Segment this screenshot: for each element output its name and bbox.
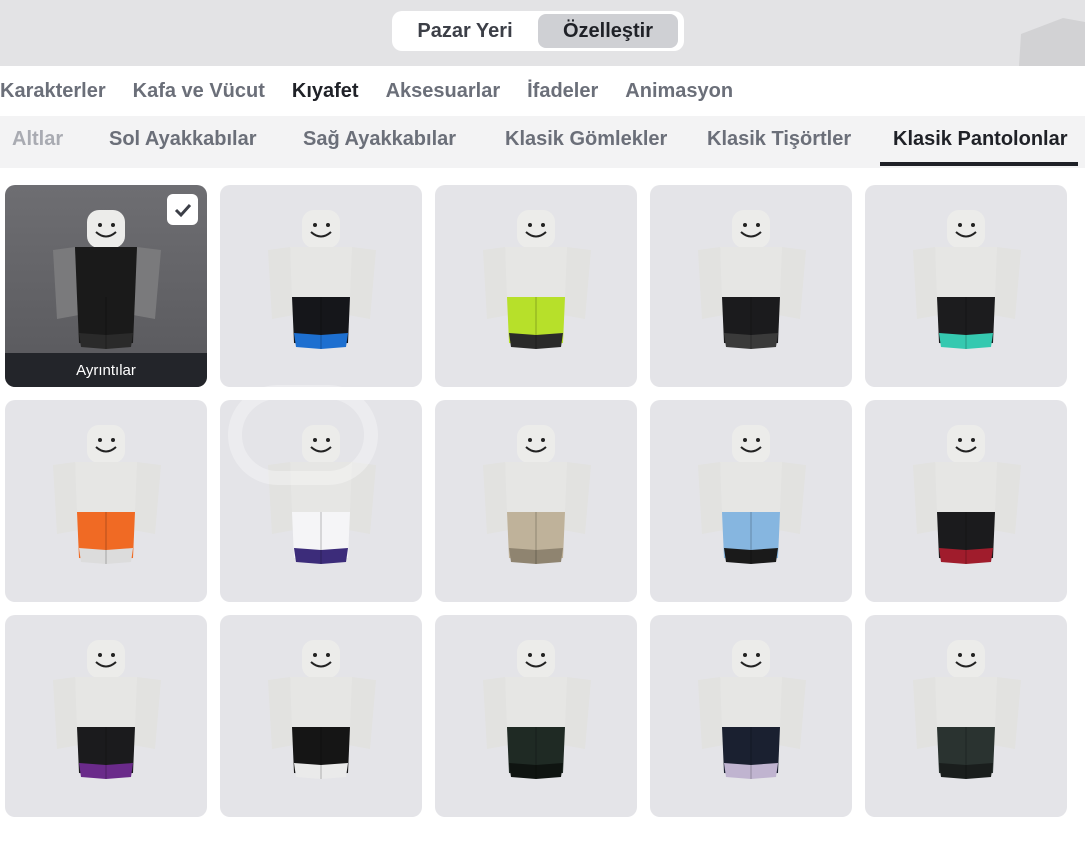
avatar-preview xyxy=(53,640,161,779)
tab-karakterler[interactable]: Karakterler xyxy=(0,80,106,103)
item-card[interactable] xyxy=(5,400,207,602)
corner-decoration xyxy=(1019,18,1085,66)
item-card[interactable] xyxy=(220,400,422,602)
subtab-sol-ayakkabilar[interactable]: Sol Ayakkabılar xyxy=(109,128,256,151)
avatar-preview xyxy=(698,210,806,349)
tab-aksesuarlar[interactable]: Aksesuarlar xyxy=(386,80,501,103)
mode-toggle: Pazar Yeri Özelleştir xyxy=(392,11,684,51)
tab-ifadeler[interactable]: İfadeler xyxy=(527,80,598,103)
top-bar: Pazar Yeri Özelleştir xyxy=(0,0,1085,66)
avatar-preview xyxy=(698,640,806,779)
item-card[interactable] xyxy=(435,185,637,387)
item-card[interactable] xyxy=(435,400,637,602)
avatar-preview xyxy=(913,640,1021,779)
customize-tab[interactable]: Özelleştir xyxy=(538,14,678,48)
avatar-preview xyxy=(53,425,161,564)
selected-check-icon[interactable] xyxy=(167,194,198,225)
avatar-preview xyxy=(483,210,591,349)
item-card[interactable] xyxy=(435,615,637,817)
item-card[interactable] xyxy=(865,185,1067,387)
active-subtab-underline xyxy=(880,162,1078,166)
item-card[interactable] xyxy=(220,185,422,387)
item-card[interactable] xyxy=(650,400,852,602)
tab-kafa-ve-vucut[interactable]: Kafa ve Vücut xyxy=(133,80,265,103)
avatar-preview xyxy=(268,640,376,779)
avatar-preview xyxy=(268,210,376,349)
item-card[interactable] xyxy=(5,615,207,817)
item-card[interactable] xyxy=(650,185,852,387)
item-card[interactable] xyxy=(220,615,422,817)
marketplace-tab[interactable]: Pazar Yeri xyxy=(395,14,535,48)
avatar-preview xyxy=(698,425,806,564)
subtab-klasik-pantolonlar[interactable]: Klasik Pantolonlar xyxy=(893,128,1068,151)
tab-kiyafet[interactable]: Kıyafet xyxy=(292,80,359,103)
category-tabs: Karakterler Kafa ve Vücut Kıyafet Aksesu… xyxy=(0,66,1085,116)
avatar-preview xyxy=(483,640,591,779)
subcategory-tabs: Altlar Sol Ayakkabılar Sağ Ayakkabılar K… xyxy=(0,116,1085,168)
item-card[interactable] xyxy=(865,615,1067,817)
avatar-preview xyxy=(268,425,376,564)
item-card[interactable]: Ayrıntılar xyxy=(5,185,207,387)
subtab-altlar[interactable]: Altlar xyxy=(12,128,63,151)
subtab-sag-ayakkabilar[interactable]: Sağ Ayakkabılar xyxy=(303,128,456,151)
item-card[interactable] xyxy=(650,615,852,817)
avatar-preview xyxy=(483,425,591,564)
tab-animasyon[interactable]: Animasyon xyxy=(625,80,733,103)
avatar-preview xyxy=(913,210,1021,349)
subtab-klasik-gomlekler[interactable]: Klasik Gömlekler xyxy=(505,128,667,151)
item-card[interactable] xyxy=(865,400,1067,602)
avatar-preview xyxy=(913,425,1021,564)
details-button[interactable]: Ayrıntılar xyxy=(5,353,207,387)
subtab-klasik-tisortler[interactable]: Klasik Tişörtler xyxy=(707,128,851,151)
